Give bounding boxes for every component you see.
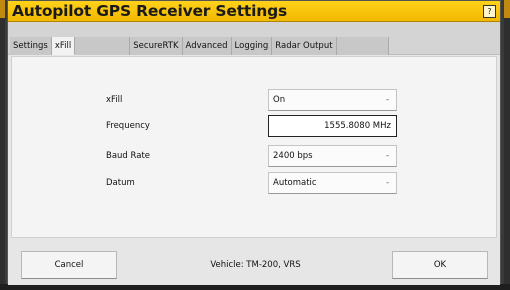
tab-logging[interactable]: Logging xyxy=(231,37,273,55)
chevron-down-icon: - xyxy=(386,178,389,187)
tab-strip: Settings xFill SecureRTK Advanced Loggin… xyxy=(10,37,389,55)
baud-rate-dropdown[interactable]: 2400 bps - xyxy=(268,145,397,167)
tab-empty xyxy=(75,37,131,55)
chevron-down-icon: - xyxy=(386,151,389,160)
frequency-field[interactable]: 1555.8080 MHz xyxy=(268,115,397,137)
xfill-panel: xFill On - Frequency 1555.8080 MHz Baud … xyxy=(11,56,497,238)
xfill-value: On xyxy=(273,95,286,105)
background-left-edge xyxy=(0,0,5,290)
frequency-label: Frequency xyxy=(106,121,150,131)
datum-label: Datum xyxy=(106,178,135,188)
datum-row: Datum Automatic - xyxy=(12,172,496,194)
baud-rate-label: Baud Rate xyxy=(106,151,151,161)
xfill-row: xFill On - xyxy=(12,89,496,111)
window-title: Autopilot GPS Receiver Settings xyxy=(12,2,287,20)
dialog-footer: Cancel Vehicle: TM-200, VRS OK xyxy=(8,241,500,285)
frequency-value: 1555.8080 MHz xyxy=(324,121,391,131)
tab-empty-end xyxy=(336,37,389,55)
baud-rate-row: Baud Rate 2400 bps - xyxy=(12,145,496,167)
datum-value: Automatic xyxy=(273,178,317,188)
datum-dropdown[interactable]: Automatic - xyxy=(268,172,397,194)
settings-dialog: Autopilot GPS Receiver Settings ? Settin… xyxy=(7,0,501,285)
baud-rate-value: 2400 bps xyxy=(273,151,313,161)
tab-radar-output[interactable]: Radar Output xyxy=(272,37,337,55)
xfill-dropdown[interactable]: On - xyxy=(268,89,397,111)
cancel-button[interactable]: Cancel xyxy=(21,251,117,279)
title-bar: Autopilot GPS Receiver Settings ? xyxy=(8,1,500,22)
chevron-down-icon: - xyxy=(386,95,389,104)
tab-advanced[interactable]: Advanced xyxy=(182,37,232,55)
ok-button[interactable]: OK xyxy=(392,251,488,279)
help-icon[interactable]: ? xyxy=(483,5,496,18)
xfill-label: xFill xyxy=(106,95,123,105)
background-right-edge xyxy=(504,0,510,290)
tab-settings[interactable]: Settings xyxy=(10,37,52,55)
tab-bar: Settings xFill SecureRTK Advanced Loggin… xyxy=(8,22,500,55)
tab-xfill[interactable]: xFill xyxy=(51,37,76,55)
vehicle-status: Vehicle: TM-200, VRS xyxy=(210,260,301,270)
frequency-row: Frequency 1555.8080 MHz xyxy=(12,115,496,137)
tab-securertk[interactable]: SecureRTK xyxy=(130,37,183,55)
